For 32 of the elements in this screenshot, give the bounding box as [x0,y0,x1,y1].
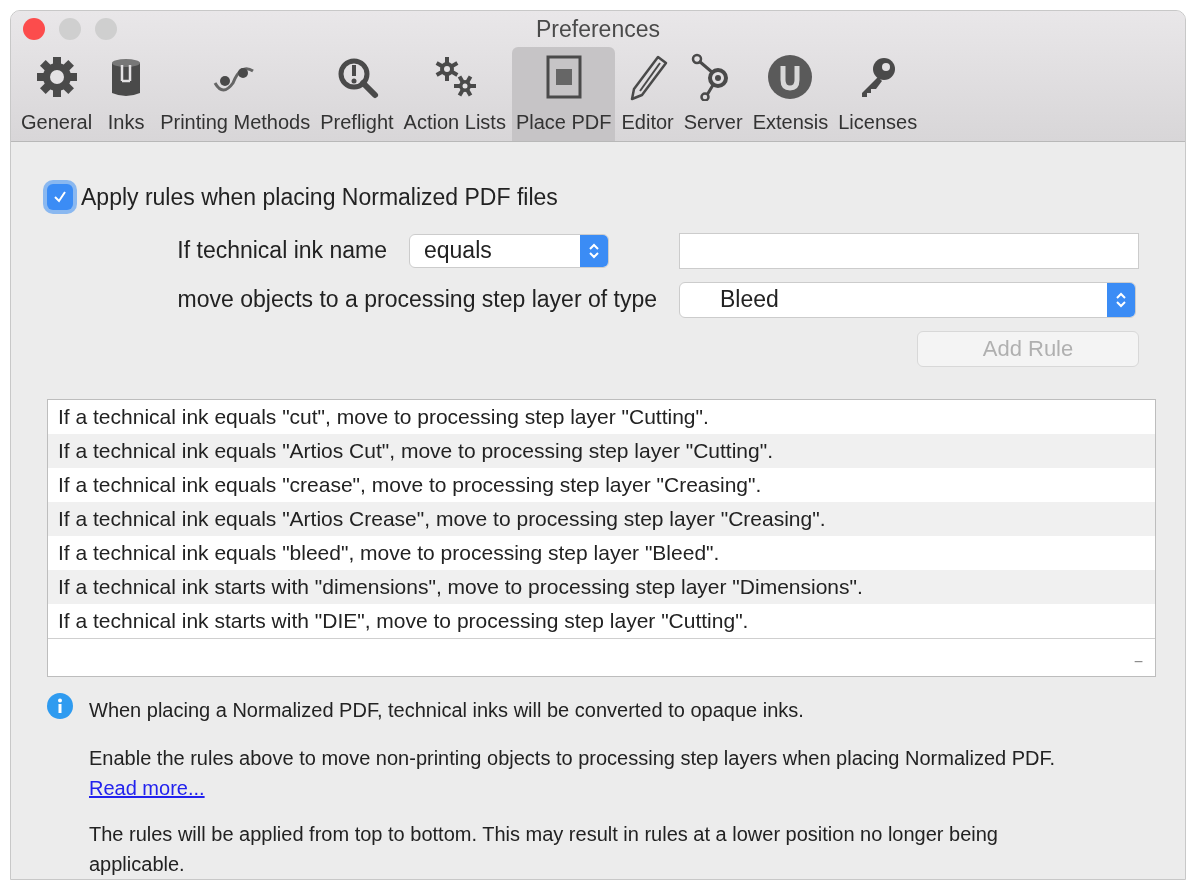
u-circle-icon [766,53,815,101]
window-title: Preferences [536,14,660,44]
minimize-button[interactable] [59,18,81,40]
info-icon [47,692,73,719]
chevrons-icon [1115,290,1127,309]
toolbar-tab[interactable]: Action Lists [399,47,510,141]
zoom-button[interactable] [95,18,117,40]
toolbar-tab[interactable]: Preflight [316,47,398,141]
checkbox-label: Apply rules when placing Normalized PDF files [81,183,558,212]
read-more-link[interactable]: Read more... [89,772,205,803]
toolbar-tab[interactable]: Inks [98,47,155,141]
chevrons-icon [588,241,600,260]
remove-button[interactable]: − [1133,653,1143,670]
rule-row[interactable]: If a technical ink starts with "dimensions", move to processing step layer "Dimensions". [48,569,1155,604]
toolbar-tab[interactable]: Place PDF [511,47,616,141]
info-note: When placing a Normalized PDF, technical inks will be converted to opaque inks. [89,697,805,723]
rule-row[interactable]: If a technical ink equals "Artios Cut", move to processing step layer "Cutting". [48,433,1155,468]
toolbar-tab[interactable]: Editor [617,47,678,141]
condition-label: If technical ink name [176,236,387,266]
toolbar-tab[interactable]: Extensis [748,47,833,141]
order-note: The rules will be applied from top to bottom. This may result in rules at a lower position no longer being applicable. [89,821,999,877]
operator-popup[interactable]: equals [409,233,609,268]
rule-row[interactable]: If a technical ink equals "Artios Crease", move to processing step layer "Creasing". [48,501,1155,536]
layer-type-popup[interactable]: Bleed [679,281,1136,318]
toolbar-tab[interactable]: Printing Methods [156,47,315,141]
toolbar-tab[interactable]: Server [679,47,747,141]
target-label: move objects to a processing step layer of type [176,285,657,315]
info-explanation: Enable the rules above to move non-printing objects to processing step layers when placing Normalized PDF. [89,745,1057,771]
toolbar-tab[interactable]: Licenses [834,47,922,141]
toolbar-tab[interactable]: General [17,47,97,141]
ink-name-field[interactable] [679,232,1139,269]
close-button[interactable] [23,18,45,40]
